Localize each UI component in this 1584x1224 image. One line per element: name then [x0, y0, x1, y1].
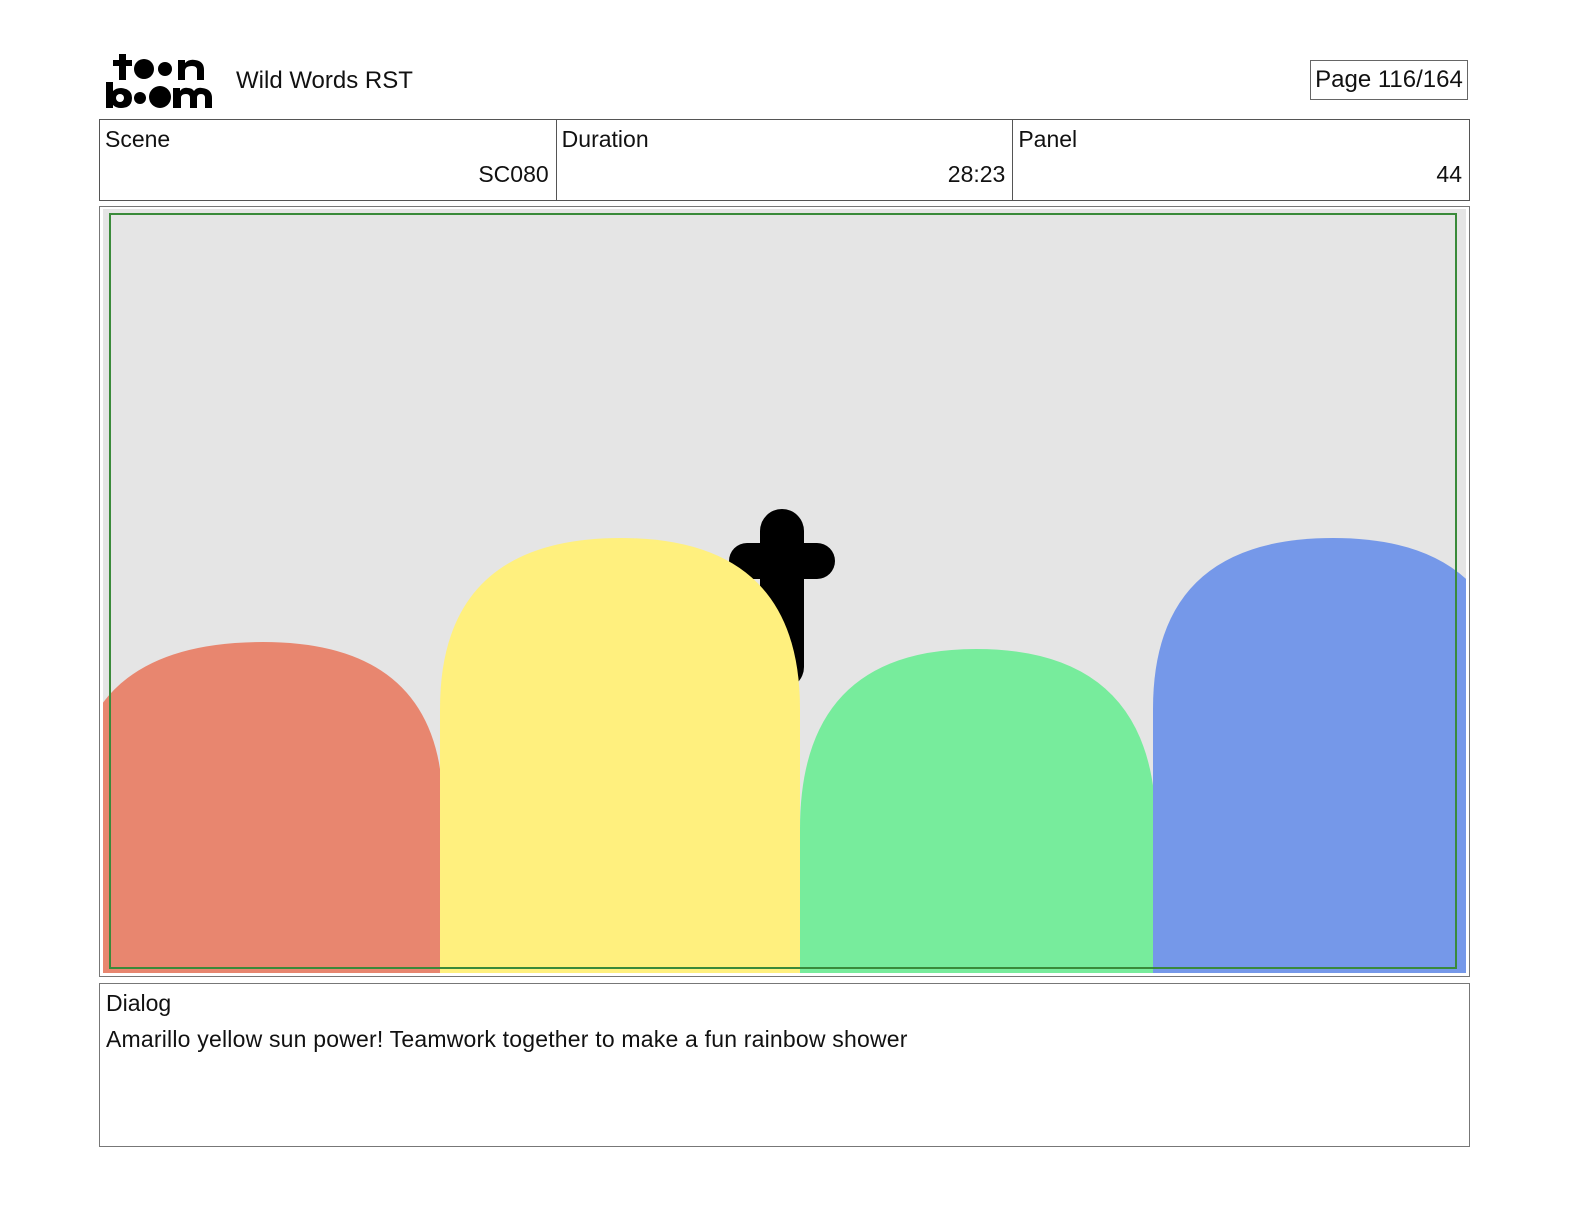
panel-value: 44: [1436, 161, 1463, 187]
duration-label: Duration: [561, 126, 649, 152]
panel-cell: Panel 44: [1013, 120, 1469, 200]
duration-value: 28:23: [947, 161, 1006, 187]
yellow-hill: [440, 538, 800, 973]
toon-boom-logo: toon: [106, 54, 212, 108]
green-hill: [800, 649, 1156, 973]
scene-cell: Scene SC080: [100, 120, 557, 200]
dialog-label: Dialog: [106, 990, 172, 1016]
duration-cell: Duration 28:23: [557, 120, 1014, 200]
panel-artwork: [103, 209, 1466, 973]
dialog-box: Dialog Amarillo yellow sun power! Teamwo…: [99, 983, 1470, 1147]
red-hill: [103, 642, 443, 973]
blue-hill: [1153, 538, 1466, 973]
scene-info-table: Scene SC080 Duration 28:23 Panel 44: [99, 119, 1470, 201]
panel-label: Panel: [1018, 126, 1078, 152]
project-title: Wild Words RST: [236, 67, 413, 94]
scene-value: SC080: [478, 161, 549, 187]
scene-label: Scene: [105, 126, 171, 152]
dialog-text: Amarillo yellow sun power! Teamwork toge…: [106, 1026, 908, 1052]
page-indicator: Page 116/164: [1310, 60, 1468, 100]
